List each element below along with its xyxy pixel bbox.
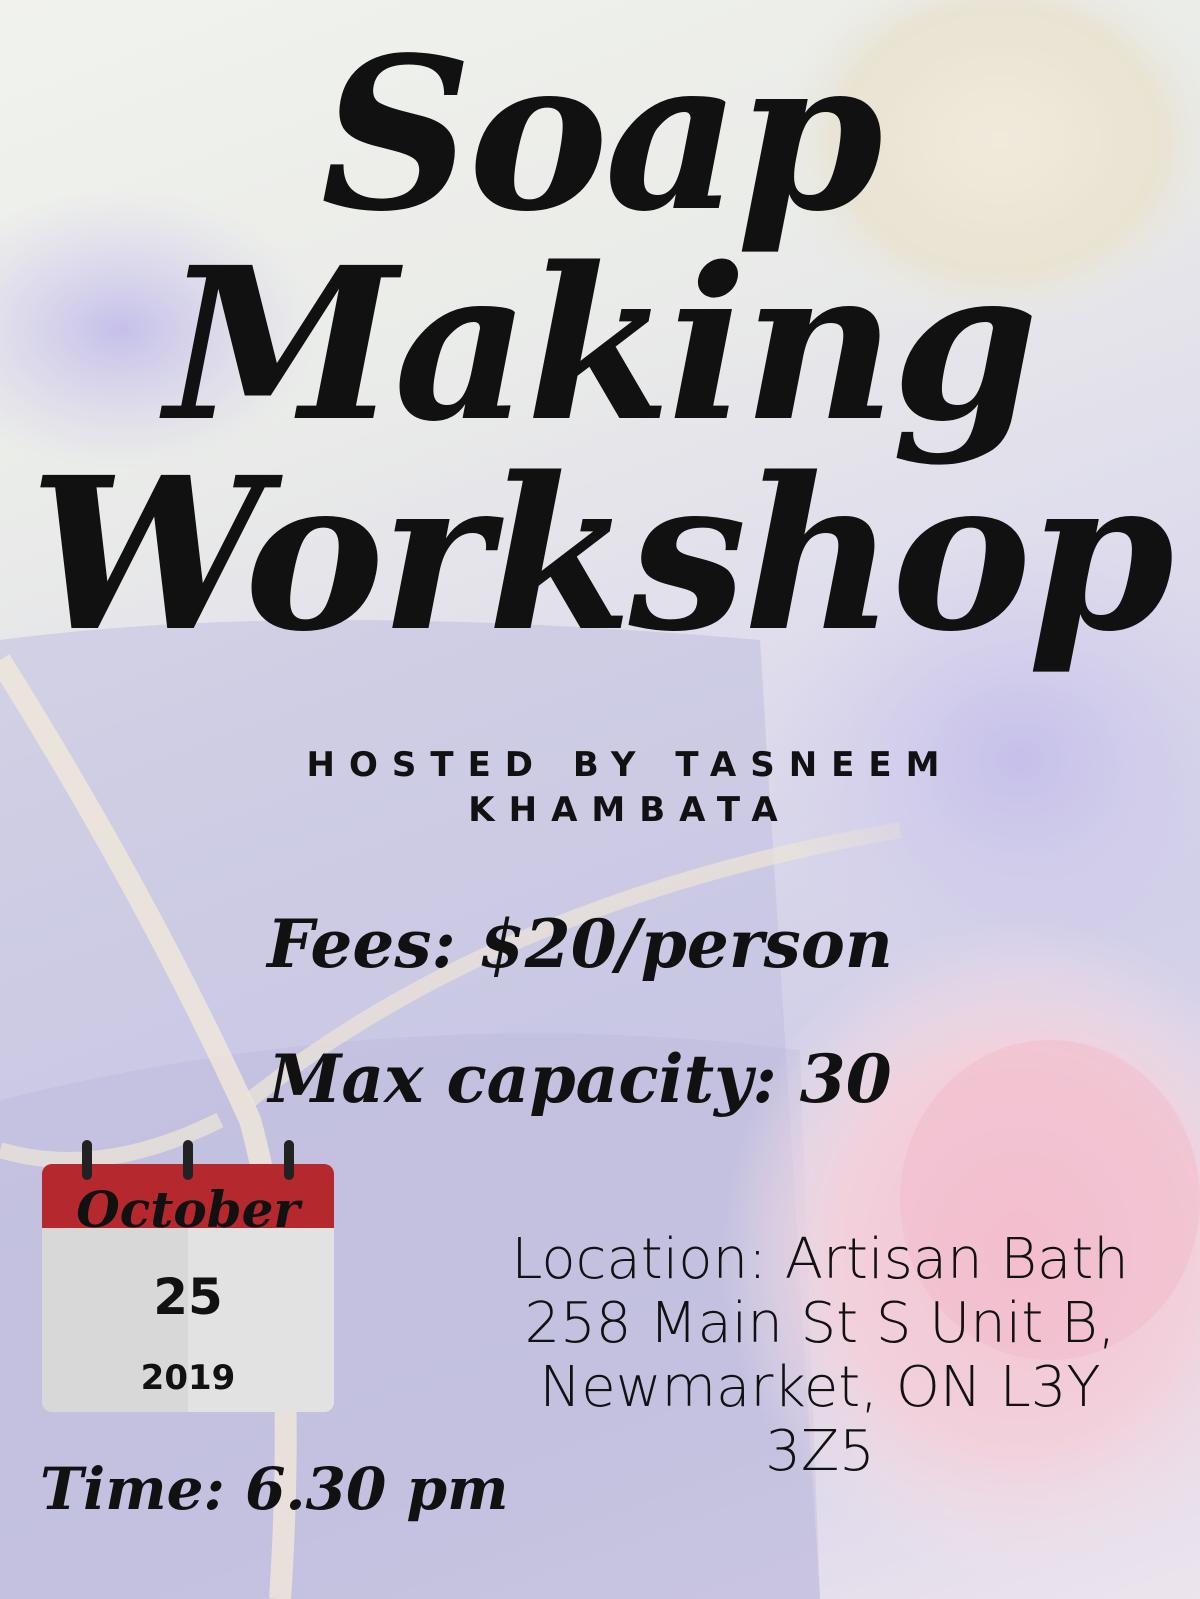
location-line-1: Location: Artisan Bath [511,1227,1129,1292]
calendar-ring [284,1140,294,1180]
workshop-poster: Soap Making Workshop HOSTED BY TASNEEM K… [0,0,1200,1599]
title-line-making: Making [165,221,1038,468]
calendar-month: October [76,1180,300,1239]
location-line-3: Newmarket, ON L3Y [539,1355,1101,1420]
capacity-text: Max capacity: 30 [268,1040,892,1118]
calendar-year: 2019 [140,1358,236,1398]
location-line-4: 3Z5 [765,1419,875,1484]
calendar-ring [183,1140,193,1180]
calendar-day: 25 [153,1268,223,1326]
title-line-workshop: Workshop [29,431,1175,678]
calendar-ring [82,1140,92,1180]
location-line-2: 258 Main St S Unit B, [524,1291,1116,1356]
calendar-icon: October 25 2019 [42,1140,334,1412]
fees-text: Fees: $20/person [267,905,893,983]
location-block: Location: Artisan Bath 258 Main St S Uni… [470,1228,1170,1484]
host-line-2: KHAMBATA [468,790,792,830]
time-text: Time: 6.30 pm [40,1455,509,1523]
host-line-1: HOSTED BY TASNEEM [306,745,954,785]
title-line-soap: Soap [320,11,884,258]
